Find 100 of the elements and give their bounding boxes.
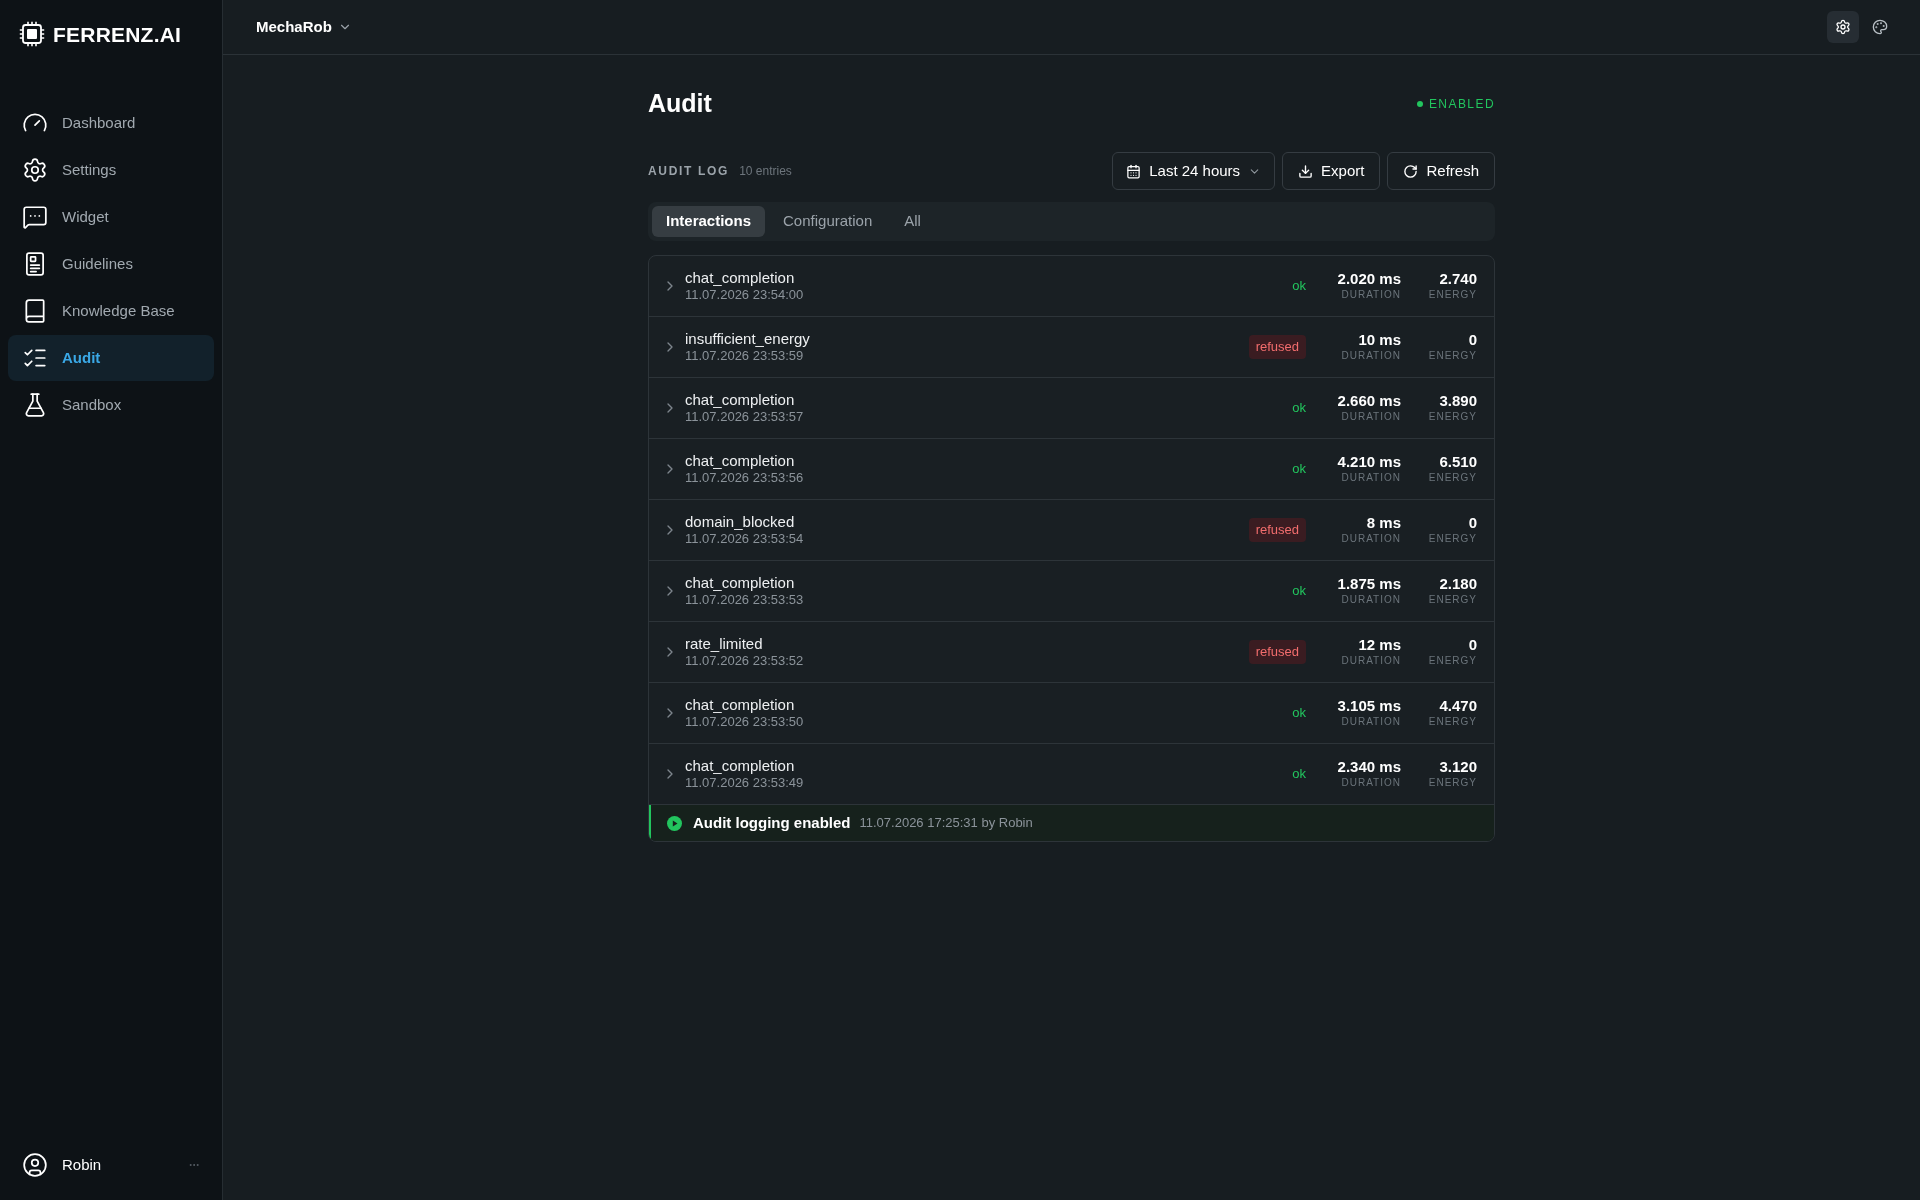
- energy-label: ENERGY: [1428, 654, 1477, 668]
- export-button[interactable]: Export: [1282, 152, 1381, 190]
- duration-value: 2.020 ms: [1337, 270, 1401, 288]
- refresh-icon: [1403, 163, 1419, 179]
- energy-label: ENERGY: [1428, 776, 1477, 790]
- event-name: insufficient_energy: [685, 330, 810, 348]
- chip-logo-icon: [19, 21, 45, 47]
- event-time: 11.07.2026 23:53:56: [685, 470, 804, 486]
- energy-value: 4.470: [1439, 697, 1477, 715]
- status-text: ok: [1292, 704, 1306, 723]
- chat-bubble-icon: [22, 204, 48, 230]
- log-row[interactable]: insufficient_energy 11.07.2026 23:53:59 refused 10 ms DURATION 0 ENERGY: [649, 317, 1494, 378]
- event-name: chat_completion: [685, 574, 796, 592]
- energy-value: 6.510: [1439, 453, 1477, 471]
- energy-label: ENERGY: [1428, 715, 1477, 729]
- event-time: 11.07.2026 23:53:57: [685, 409, 804, 425]
- status-label: ENABLED: [1428, 96, 1495, 113]
- tab[interactable]: Configuration: [769, 206, 887, 237]
- workspace-dropdown[interactable]: MechaRob: [256, 15, 352, 39]
- energy-value: 2.740: [1439, 270, 1477, 288]
- date-range-dropdown[interactable]: Last 24 hours: [1112, 152, 1276, 190]
- duration-label: DURATION: [1341, 532, 1401, 546]
- status-badge: refused: [1248, 335, 1306, 359]
- event-name: chat_completion: [685, 757, 796, 775]
- energy-label: ENERGY: [1428, 410, 1477, 424]
- status-text: ok: [1292, 277, 1306, 296]
- event-name: domain_blocked: [685, 513, 796, 531]
- energy-label: ENERGY: [1428, 288, 1477, 302]
- status-text: ok: [1292, 399, 1306, 418]
- refresh-button[interactable]: Refresh: [1387, 152, 1495, 190]
- duration-label: DURATION: [1341, 288, 1401, 302]
- log-row[interactable]: chat_completion 11.07.2026 23:53:50 ok 3.105 ms DURATION 4.470 ENERGY: [649, 683, 1494, 744]
- nav-item[interactable]: Guidelines: [8, 241, 214, 287]
- nav-item[interactable]: Widget: [8, 194, 214, 240]
- nav-item[interactable]: Settings: [8, 147, 214, 193]
- status-text: ok: [1292, 582, 1306, 601]
- event-time: 11.07.2026 23:53:59: [685, 348, 805, 364]
- log-row[interactable]: domain_blocked 11.07.2026 23:53:54 refused 8 ms DURATION 0 ENERGY: [649, 500, 1494, 561]
- log-row[interactable]: chat_completion 11.07.2026 23:53:56 ok 4.210 ms DURATION 6.510 ENERGY: [649, 439, 1494, 500]
- status-badge: refused: [1248, 640, 1306, 664]
- page-title: Audit: [648, 88, 712, 120]
- user-avatar-icon: [22, 1152, 48, 1178]
- duration-label: DURATION: [1341, 410, 1401, 424]
- duration-value: 2.660 ms: [1337, 392, 1401, 410]
- event-name: rate_limited: [685, 635, 764, 653]
- book-icon: [22, 298, 48, 324]
- duration-value: 1.875 ms: [1337, 575, 1401, 593]
- duration-label: DURATION: [1341, 654, 1401, 668]
- event-name: chat_completion: [685, 269, 796, 287]
- footer-meta: 11.07.2026 17:25:31 by Robin: [859, 814, 1033, 833]
- event-name: chat_completion: [685, 696, 796, 714]
- event-name: chat_completion: [685, 391, 796, 409]
- duration-value: 8 ms: [1366, 514, 1401, 532]
- settings-icon: [1835, 19, 1851, 35]
- energy-label: ENERGY: [1428, 532, 1477, 546]
- tab[interactable]: All: [890, 206, 935, 237]
- status-badge: refused: [1248, 518, 1306, 542]
- settings-button[interactable]: [1827, 11, 1859, 43]
- energy-value: 2.180: [1439, 575, 1477, 593]
- tab[interactable]: Interactions: [652, 206, 766, 237]
- duration-label: DURATION: [1341, 776, 1401, 790]
- entry-count: 10 entries: [739, 163, 792, 180]
- brand-logo-text: FERRENZ.AI: [53, 23, 182, 45]
- event-time: 11.07.2026 23:53:49: [685, 775, 804, 791]
- duration-label: DURATION: [1341, 471, 1401, 485]
- calendar-icon: [1126, 163, 1142, 179]
- download-icon: [1298, 163, 1314, 179]
- energy-value: 0: [1468, 331, 1477, 349]
- nav-item[interactable]: Audit: [8, 335, 214, 381]
- event-name: chat_completion: [685, 452, 796, 470]
- event-time: 11.07.2026 23:53:54: [685, 531, 804, 547]
- section-title: AUDIT LOG: [648, 163, 730, 180]
- status-text: ok: [1292, 460, 1306, 479]
- nav-item[interactable]: Knowledge Base: [8, 288, 214, 334]
- energy-value: 3.890: [1439, 392, 1477, 410]
- energy-value: 3.120: [1439, 758, 1477, 776]
- duration-value: 10 ms: [1358, 331, 1401, 349]
- log-row[interactable]: rate_limited 11.07.2026 23:53:52 refused 12 ms DURATION 0 ENERGY: [649, 622, 1494, 683]
- duration-value: 12 ms: [1358, 636, 1401, 654]
- nav-item[interactable]: Sandbox: [8, 382, 214, 428]
- energy-label: ENERGY: [1428, 593, 1477, 607]
- energy-label: ENERGY: [1428, 471, 1477, 485]
- nav-item[interactable]: Dashboard: [8, 100, 214, 146]
- footer-event: Audit logging enabled: [693, 812, 851, 833]
- energy-value: 0: [1468, 636, 1477, 654]
- user-name: Robin: [62, 1154, 102, 1175]
- duration-value: 2.340 ms: [1337, 758, 1401, 776]
- log-row[interactable]: chat_completion 11.07.2026 23:54:00 ok 2.020 ms DURATION 2.740 ENERGY: [649, 256, 1494, 317]
- log-row[interactable]: chat_completion 11.07.2026 23:53:53 ok 1.875 ms DURATION 2.180 ENERGY: [649, 561, 1494, 622]
- duration-label: DURATION: [1341, 593, 1401, 607]
- status-text: ok: [1292, 765, 1306, 784]
- event-time: 11.07.2026 23:53:50: [685, 714, 804, 730]
- energy-value: 0: [1468, 514, 1477, 532]
- settings-icon: [22, 157, 48, 183]
- duration-value: 3.105 ms: [1337, 697, 1401, 715]
- duration-label: DURATION: [1341, 349, 1401, 363]
- palette-icon: [1872, 19, 1888, 35]
- play-circle-icon: [667, 815, 682, 831]
- log-row[interactable]: chat_completion 11.07.2026 23:53:57 ok 2.660 ms DURATION 3.890 ENERGY: [649, 378, 1494, 439]
- event-time: 11.07.2026 23:53:53: [685, 592, 804, 608]
